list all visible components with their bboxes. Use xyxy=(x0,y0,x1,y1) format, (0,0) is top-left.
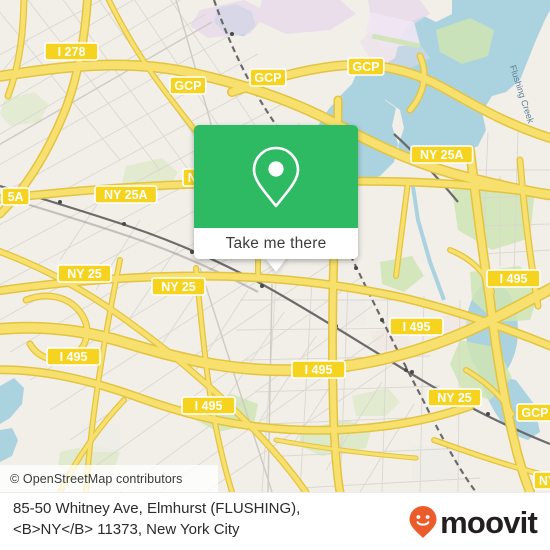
address-block: 85-50 Whitney Ave, Elmhurst (FLUSHING), … xyxy=(13,498,393,540)
map-pin-icon xyxy=(252,146,300,207)
road-shield: I 495 xyxy=(389,317,444,336)
road-shield: NY 25A xyxy=(410,145,474,164)
svg-text:I 495: I 495 xyxy=(403,320,431,334)
svg-text:GCP: GCP xyxy=(521,406,548,420)
svg-text:I 495: I 495 xyxy=(305,363,333,377)
road-shield: GCP xyxy=(249,68,287,87)
moovit-map-screenshot: Flushing Creek I 278 GCP GCP GCP NY 25A 5A NY … xyxy=(0,0,550,550)
svg-text:NY 25A: NY 25A xyxy=(104,188,148,202)
road-shield: I 278 xyxy=(44,42,99,61)
road-shield: 5A xyxy=(1,187,31,206)
popup-image-area xyxy=(194,125,358,228)
moovit-logo[interactable]: moovit xyxy=(408,504,538,540)
road-shield: NY 25A xyxy=(94,185,158,204)
moovit-pin-smiley-icon xyxy=(409,506,437,538)
road-shield: NY xyxy=(533,471,550,490)
moovit-wordmark: moovit xyxy=(440,504,538,540)
address-line-1: 85-50 Whitney Ave, Elmhurst (FLUSHING), xyxy=(13,500,301,517)
svg-text:NY 25: NY 25 xyxy=(437,391,472,405)
map-popup-card[interactable]: Take me there xyxy=(194,125,358,259)
svg-text:GCP: GCP xyxy=(254,71,281,85)
road-shield: GCP xyxy=(347,57,385,76)
svg-text:NY 25: NY 25 xyxy=(161,280,196,294)
road-shield: I 495 xyxy=(291,360,346,379)
svg-text:I 495: I 495 xyxy=(60,350,88,364)
osm-attribution: © OpenStreetMap contributors xyxy=(0,465,218,492)
svg-text:I 495: I 495 xyxy=(195,399,223,413)
address-line-2: <B>NY</B> 11373, New York City xyxy=(13,521,240,538)
svg-text:NY 25A: NY 25A xyxy=(420,148,464,162)
svg-text:GCP: GCP xyxy=(352,60,379,74)
footer-bar: 85-50 Whitney Ave, Elmhurst (FLUSHING), … xyxy=(0,492,550,550)
road-shield: NY 25 xyxy=(57,264,112,283)
svg-text:I 278: I 278 xyxy=(58,45,86,59)
road-shield: I 495 xyxy=(181,396,236,415)
road-shield: NY 25 xyxy=(427,388,482,407)
take-me-there-button[interactable]: Take me there xyxy=(194,228,358,259)
osm-attribution-text: © OpenStreetMap contributors xyxy=(10,471,183,486)
road-shield: GCP xyxy=(169,76,207,95)
popup-tail xyxy=(265,258,287,272)
svg-text:NY: NY xyxy=(539,474,550,488)
road-shield: I 495 xyxy=(486,269,541,288)
svg-text:NY 25: NY 25 xyxy=(67,267,102,281)
road-shield: NY 25 xyxy=(151,277,206,296)
svg-text:I 495: I 495 xyxy=(500,272,528,286)
road-shield: GCP xyxy=(516,403,550,422)
svg-text:GCP: GCP xyxy=(174,79,201,93)
road-shield: I 495 xyxy=(46,347,101,366)
svg-text:5A: 5A xyxy=(8,190,24,204)
